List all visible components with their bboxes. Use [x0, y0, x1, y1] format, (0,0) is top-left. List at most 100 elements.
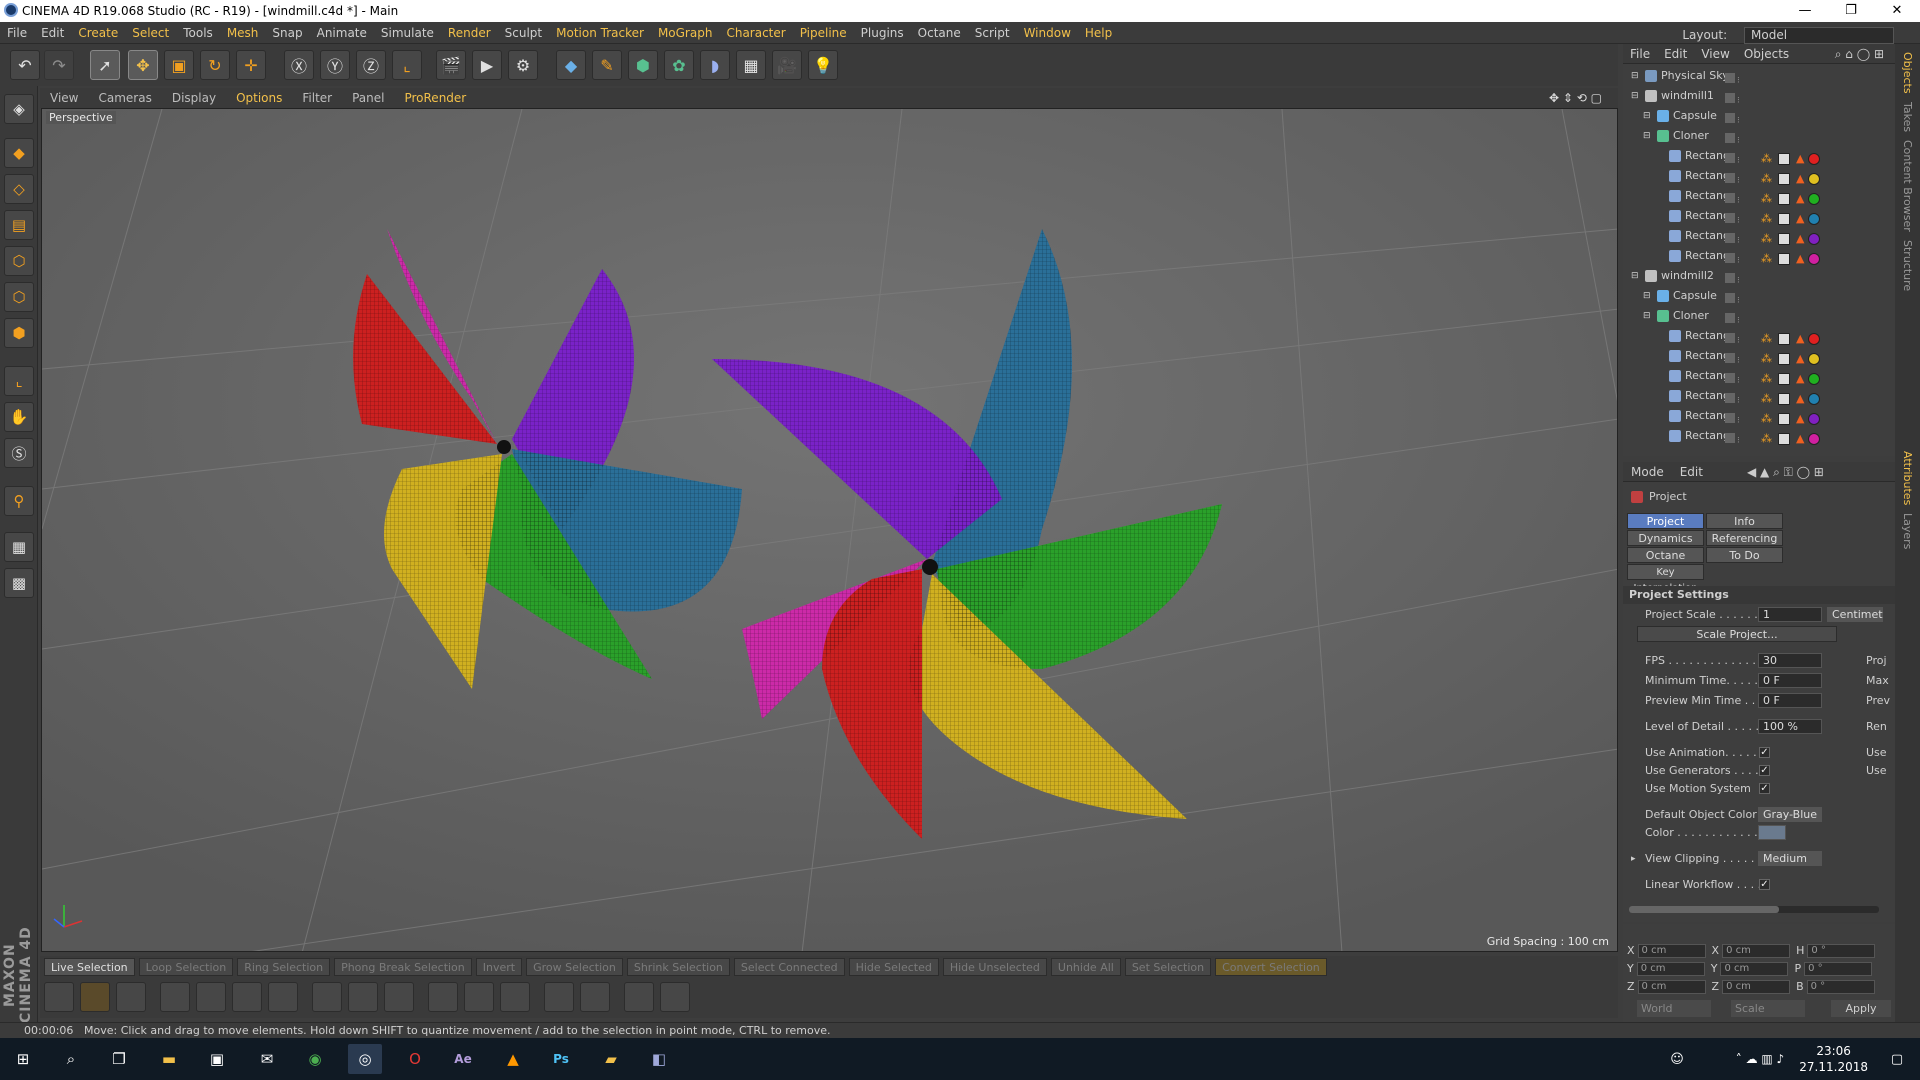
object-row[interactable]: Rectangle⁝⁂▲ [1623, 206, 1895, 226]
object-row[interactable]: Rectangle⁝⁂▲ [1623, 386, 1895, 406]
object-tags[interactable]: ⁂ ▲ [1761, 169, 1851, 185]
viewport-menu-cameras[interactable]: Cameras [88, 88, 161, 108]
expand-toggle-icon[interactable]: ⊟ [1643, 126, 1651, 146]
side-tab-takes[interactable]: Takes [1901, 102, 1914, 132]
select-tool-icon[interactable]: ➚ [90, 50, 120, 80]
x-axis-lock-icon[interactable]: Ⓧ [284, 50, 314, 80]
menu-mesh[interactable]: Mesh [220, 22, 266, 44]
object-name[interactable]: Physical Sky [1661, 66, 1731, 86]
menu-simulate[interactable]: Simulate [374, 22, 441, 44]
menu-help[interactable]: Help [1078, 22, 1119, 44]
grow-selection-button[interactable]: Grow Selection [526, 958, 623, 976]
hide-selected-button[interactable]: Hide Selected [848, 958, 939, 976]
matrix-extrude-tool-icon[interactable] [232, 982, 262, 1012]
linear-workflow-checkbox[interactable]: ✓ [1759, 879, 1770, 890]
object-name[interactable]: Capsule [1673, 106, 1731, 126]
tab-referencing[interactable]: Referencing [1706, 530, 1783, 546]
object-row[interactable]: Rectangle⁝⁂▲ [1623, 406, 1895, 426]
visibility-flags[interactable]: ⁝ [1725, 430, 1749, 446]
line-cut-tool-icon[interactable] [312, 982, 342, 1012]
om-menu-objects[interactable]: Objects [1737, 44, 1796, 64]
camera-icon[interactable]: 🎥 [772, 50, 802, 80]
live-selection-button[interactable]: Live Selection [44, 958, 135, 976]
object-tags[interactable]: ⁂ ▲ [1761, 149, 1851, 165]
rotate-tool-icon[interactable]: ↻ [200, 50, 230, 80]
workplane-lock-icon[interactable]: ▦ [4, 532, 34, 562]
select-connected-button[interactable]: Select Connected [733, 958, 845, 976]
visibility-flags[interactable]: ⁝ [1725, 150, 1749, 166]
view-clipping-dropdown[interactable]: Medium [1758, 851, 1822, 866]
move-tool-icon[interactable]: ✥ [128, 50, 158, 80]
cloner-icon[interactable]: ✿ [664, 50, 694, 80]
extrude-inner-tool-icon[interactable] [196, 982, 226, 1012]
visibility-flags[interactable]: ⁝ [1725, 110, 1749, 126]
make-editable-icon[interactable]: ◈ [4, 94, 34, 124]
shrink-selection-button[interactable]: Shrink Selection [626, 958, 730, 976]
tab-octane-render[interactable]: Octane Render [1627, 547, 1704, 578]
loop-cut-tool-icon[interactable] [384, 982, 414, 1012]
snap-icon[interactable]: ⚲ [4, 486, 34, 516]
texture-mode-icon[interactable]: ◇ [4, 174, 34, 204]
opera-icon[interactable]: O [398, 1044, 432, 1074]
menu-tools[interactable]: Tools [176, 22, 220, 44]
viewport-menu-panel[interactable]: Panel [342, 88, 394, 108]
visibility-flags[interactable]: ⁝ [1725, 290, 1749, 306]
phong-break-selection-button[interactable]: Phong Break Selection [334, 958, 472, 976]
coordinate-system-icon[interactable]: ⌞ [392, 50, 422, 80]
magnet-tool-icon[interactable] [580, 982, 610, 1012]
object-row[interactable]: Rectangle⁝⁂▲ [1623, 326, 1895, 346]
visibility-flags[interactable]: ⁝ [1725, 90, 1749, 106]
slide-tool-icon[interactable] [428, 982, 458, 1012]
project-scale-field[interactable]: 1 [1758, 607, 1822, 622]
preview-min-time-field[interactable]: 0 F [1758, 693, 1822, 708]
object-row[interactable]: ⊟ Physical Sky ⁝ [1623, 66, 1895, 86]
visual-studio-icon[interactable]: ◧ [642, 1044, 676, 1074]
visibility-flags[interactable]: ⁝ [1725, 230, 1749, 246]
object-row[interactable]: ⊟ windmill2 ⁝ [1623, 266, 1895, 286]
tweak-mode-icon[interactable]: ✋ [4, 402, 34, 432]
coord-field[interactable]: 0 cm [1637, 944, 1706, 958]
menu-mograph[interactable]: MoGraph [651, 22, 720, 44]
subdivision-icon[interactable]: ⬢ [628, 50, 658, 80]
extrude-tool-icon[interactable] [160, 982, 190, 1012]
viewport-menu-filter[interactable]: Filter [292, 88, 342, 108]
visibility-flags[interactable]: ⁝ [1725, 130, 1749, 146]
object-name[interactable]: windmill2 [1661, 266, 1731, 286]
menu-motion-tracker[interactable]: Motion Tracker [549, 22, 651, 44]
menu-edit[interactable]: Edit [34, 22, 71, 44]
viewport-menu-display[interactable]: Display [162, 88, 226, 108]
expand-toggle-icon[interactable]: ⊟ [1631, 266, 1639, 286]
object-tags[interactable]: ⁂ ▲ [1761, 189, 1851, 205]
z-axis-lock-icon[interactable]: Ⓩ [356, 50, 386, 80]
object-row[interactable]: Rectangle⁝⁂▲ [1623, 226, 1895, 246]
expand-toggle-icon[interactable]: ⊟ [1643, 306, 1651, 326]
polygons-mode-icon[interactable]: ⬢ [4, 318, 34, 348]
grid-snap-icon[interactable]: ▩ [4, 568, 34, 598]
viewport-navigation-icons[interactable]: ✥ ⇕ ⟲ ▢ [1539, 88, 1612, 108]
cube-icon[interactable]: ◆ [556, 50, 586, 80]
fps-field[interactable]: 30 [1758, 653, 1822, 668]
menu-snap[interactable]: Snap [265, 22, 309, 44]
menu-select[interactable]: Select [125, 22, 176, 44]
side-tab-content-browser[interactable]: Content Browser [1901, 140, 1914, 232]
menu-file[interactable]: File [0, 22, 34, 44]
bevel-tool-icon[interactable] [116, 982, 146, 1012]
visibility-flags[interactable]: ⁝ [1725, 410, 1749, 426]
tab-project-settings[interactable]: Project Settings [1627, 513, 1704, 544]
set-selection-button[interactable]: Set Selection [1124, 958, 1212, 976]
axis-mode-icon[interactable]: ⌞ [4, 366, 34, 396]
bridge-tool-icon[interactable] [544, 982, 574, 1012]
object-row[interactable]: ⊟ windmill1 ⁝ [1623, 86, 1895, 106]
apply-button[interactable]: Apply [1831, 1000, 1891, 1017]
object-row[interactable]: ⊟ Cloner ⁝ [1623, 126, 1895, 146]
pen-spline-icon[interactable]: ✎ [592, 50, 622, 80]
expand-toggle-icon[interactable]: ⊟ [1631, 86, 1639, 106]
chrome-icon[interactable]: ◉ [298, 1044, 332, 1074]
menu-window[interactable]: Window [1017, 22, 1078, 44]
vlc-icon[interactable]: ▲ [496, 1044, 530, 1074]
viewport-menu-options[interactable]: Options [226, 88, 292, 108]
brush-tool-icon[interactable] [80, 982, 110, 1012]
side-tab-structure[interactable]: Structure [1901, 240, 1914, 291]
visibility-flags[interactable]: ⁝ [1725, 390, 1749, 406]
scale-project-button[interactable]: Scale Project... [1637, 626, 1837, 642]
